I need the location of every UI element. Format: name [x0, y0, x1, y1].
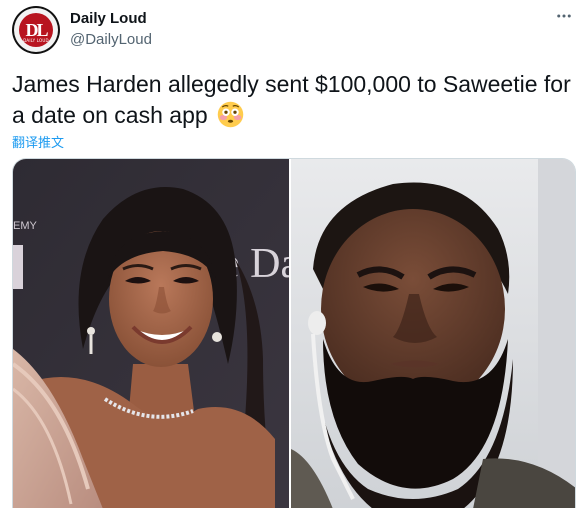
tweet-text: James Harden allegedly sent $100,000 to …	[12, 71, 571, 128]
avatar-logo-text: DL	[25, 20, 48, 40]
more-options-icon[interactable]	[552, 4, 576, 28]
avatar-sub-text: DAILY LOUD	[23, 38, 49, 43]
translate-tweet-link[interactable]: 翻译推文	[12, 132, 64, 151]
flushed-face-emoji-icon	[217, 101, 244, 128]
tweet-card[interactable]: DL DAILY LOUD Daily Loud @DailyLoud Jame…	[0, 0, 582, 508]
right-photo-panel	[291, 159, 575, 508]
display-name[interactable]: Daily Loud	[70, 10, 147, 27]
daily-loud-logo: DL DAILY LOUD	[19, 13, 53, 47]
account-handle[interactable]: @DailyLoud	[70, 31, 152, 48]
tweet-media-image[interactable]: e Da EMY	[12, 158, 576, 508]
backdrop-small-text: EMY	[13, 220, 38, 232]
tweet-text-block: James Harden allegedly sent $100,000 to …	[12, 69, 577, 131]
avatar[interactable]: DL DAILY LOUD	[12, 6, 60, 54]
left-photo-panel: e Da EMY	[13, 159, 299, 508]
